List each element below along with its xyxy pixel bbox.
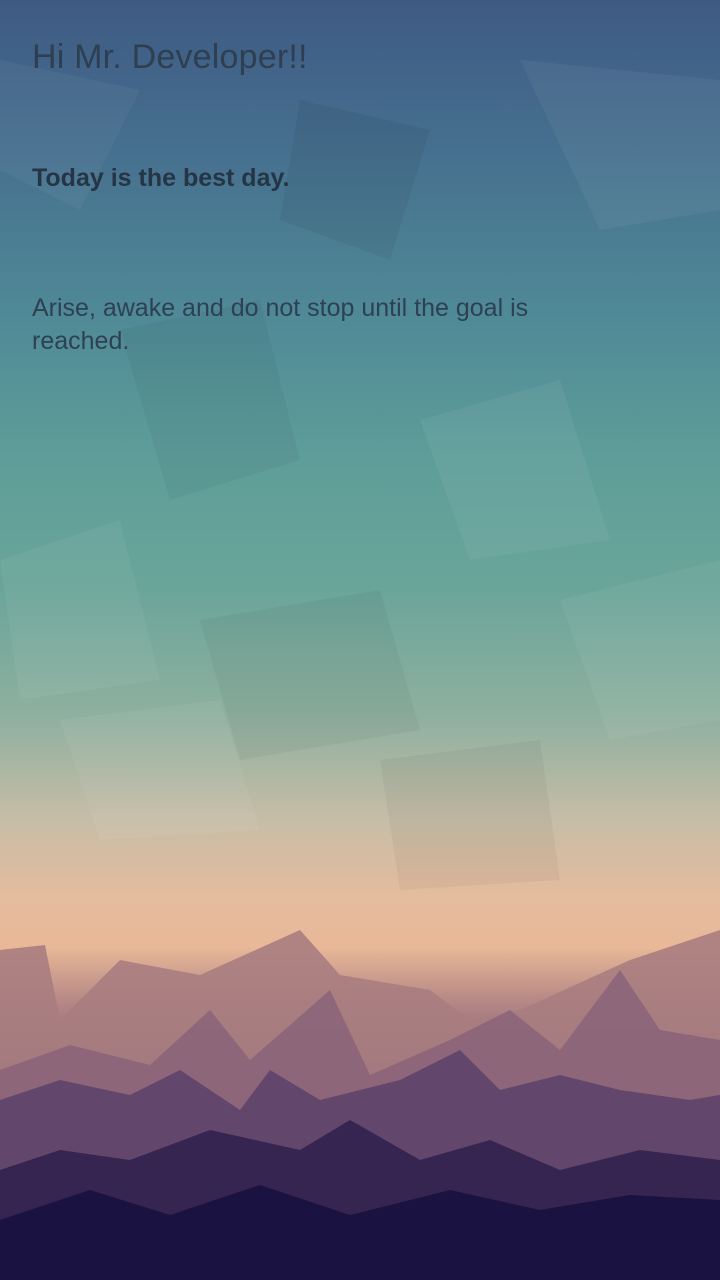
home-screen: Hi Mr. Developer!! Today is the best day…: [0, 0, 720, 1280]
headline-text: Today is the best day.: [32, 164, 290, 192]
greeting-text: Hi Mr. Developer!!: [32, 38, 308, 76]
quote-text: Arise, awake and do not stop until the g…: [32, 294, 529, 355]
